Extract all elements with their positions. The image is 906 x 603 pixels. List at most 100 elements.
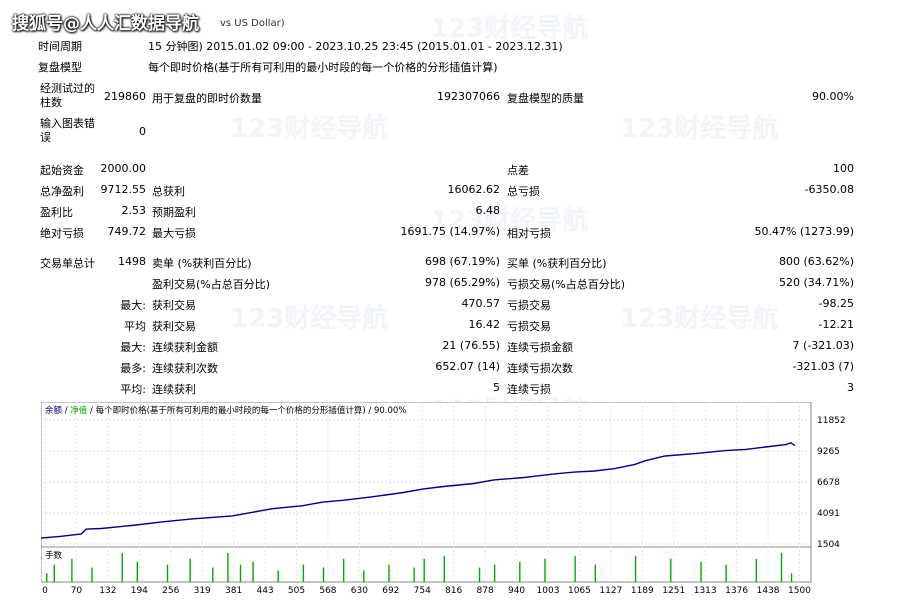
volume-bar bbox=[166, 564, 169, 582]
volume-bar bbox=[544, 558, 546, 582]
wins-label: 盈利交易(%占总百分比) bbox=[152, 278, 271, 291]
bars-label: 经测试过的柱数 bbox=[40, 82, 95, 109]
brand-watermark: 搜狐号@人人汇数据导航 bbox=[12, 14, 199, 34]
pf-value: 2.53 bbox=[121, 204, 147, 217]
volume-bar bbox=[423, 558, 425, 582]
volume-bar bbox=[790, 573, 793, 582]
x-tick-label: 816 bbox=[445, 586, 462, 596]
grossprofit-value: 16062.62 bbox=[447, 183, 501, 196]
netprofit-value: 9712.55 bbox=[100, 183, 147, 196]
consec-win-amt-label: 连续获利金额 bbox=[152, 341, 218, 354]
volume-bar bbox=[594, 564, 596, 582]
x-tick-label: 1189 bbox=[631, 586, 654, 596]
spread-label: 点差 bbox=[507, 164, 529, 177]
trades-label: 交易单总计 bbox=[40, 257, 95, 270]
symbol-title: vs US Dollar) bbox=[220, 18, 285, 29]
title-sep: / bbox=[62, 406, 70, 416]
x-tick-label: 70 bbox=[71, 586, 83, 596]
x-tick-label: 194 bbox=[131, 586, 148, 596]
volume-bar bbox=[91, 567, 93, 582]
volume-bar bbox=[227, 553, 229, 582]
absdd-value: 749.72 bbox=[107, 225, 147, 238]
x-tick-label: 443 bbox=[256, 586, 273, 596]
volume-bar bbox=[700, 561, 702, 582]
avg-win-value: 16.42 bbox=[468, 318, 501, 331]
x-tick-label: 630 bbox=[351, 586, 368, 596]
long-label: 买单 (%获利百分比) bbox=[507, 257, 607, 270]
largest-loss-label: 亏损交易 bbox=[507, 299, 551, 312]
volume-bar bbox=[574, 555, 576, 582]
maxdd-value: 1691.75 (14.97%) bbox=[400, 225, 500, 238]
most-prefix: 最多: bbox=[120, 362, 146, 375]
volume-bar bbox=[478, 567, 481, 582]
x-tick-label: 1127 bbox=[599, 586, 622, 596]
volume-bar bbox=[363, 570, 365, 582]
volume-bar bbox=[388, 564, 390, 582]
x-tick-label: 505 bbox=[288, 586, 305, 596]
grossprofit-label: 总获利 bbox=[152, 185, 185, 198]
losses-value: 520 (34.71%) bbox=[778, 276, 854, 289]
largest-prefix: 最大: bbox=[120, 299, 146, 312]
volume-bar bbox=[53, 564, 55, 582]
consec-win-cnt-label: 连续获利次数 bbox=[152, 362, 218, 375]
x-tick-label: 256 bbox=[162, 586, 179, 596]
avg-loss-value: -12.21 bbox=[818, 318, 854, 331]
payoff-value: 6.48 bbox=[475, 204, 501, 217]
volume-bar bbox=[670, 558, 672, 582]
volume-bar bbox=[71, 558, 73, 582]
model-label: 复盘模型 bbox=[38, 61, 82, 74]
x-tick-label: 878 bbox=[477, 586, 494, 596]
x-tick-label: 692 bbox=[382, 586, 399, 596]
consec-loss-cnt-value: -321.03 (7) bbox=[792, 360, 854, 373]
x-tick-label: 1251 bbox=[662, 586, 685, 596]
volume-bar bbox=[725, 564, 727, 582]
largest-win-label: 获利交易 bbox=[152, 299, 196, 312]
consec-win-cnt-value: 652.07 (14) bbox=[435, 360, 500, 373]
largest-win-value: 470.57 bbox=[461, 297, 501, 310]
volume-bar bbox=[121, 553, 123, 582]
errors-value: 0 bbox=[139, 125, 146, 138]
bars-value: 219860 bbox=[104, 90, 146, 103]
x-tick-label: 0 bbox=[42, 586, 48, 596]
volume-bar bbox=[239, 564, 242, 582]
x-tick-label: 1313 bbox=[694, 586, 717, 596]
trades-value: 1498 bbox=[118, 255, 146, 268]
x-tick-label: 1438 bbox=[757, 586, 780, 596]
chart-title: 余额 / 净值 / 每个即时价格(基于所有可利用的最小时段的每一个价格的分形插值… bbox=[45, 405, 406, 416]
x-tick-label: 381 bbox=[225, 586, 242, 596]
balance-chart: 余额 / 净值 / 每个即时价格(基于所有可利用的最小时段的每一个价格的分形插值… bbox=[40, 401, 906, 600]
max-prefix: 最大: bbox=[120, 341, 146, 354]
y-axis-labels: 11852 9265 6678 4091 1504 bbox=[817, 416, 846, 550]
wins-value: 978 (65.29%) bbox=[424, 276, 500, 289]
y-tick-label: 6678 bbox=[817, 478, 840, 488]
volume-bar bbox=[443, 555, 446, 582]
y-tick-label: 1504 bbox=[817, 540, 840, 550]
y-tick-label: 9265 bbox=[817, 447, 840, 457]
volume-bar bbox=[136, 561, 139, 582]
x-tick-label: 132 bbox=[99, 586, 116, 596]
payoff-label: 预期盈利 bbox=[152, 206, 196, 219]
model-value: 每个即时价格(基于所有可利用的最小时段的每一个价格的分形插值计算) bbox=[148, 61, 498, 74]
spread-value: 100 bbox=[833, 162, 854, 175]
consec-loss-cnt-label: 连续亏损次数 bbox=[507, 362, 573, 375]
volume-bar bbox=[493, 564, 496, 582]
maxdd-label: 最大亏损 bbox=[152, 227, 196, 240]
x-tick-label: 754 bbox=[414, 586, 431, 596]
x-tick-label: 1065 bbox=[568, 586, 591, 596]
x-tick-label: 940 bbox=[508, 586, 525, 596]
volume-bar bbox=[322, 567, 325, 582]
ticks-label: 用于复盘的即时价数量 bbox=[152, 92, 262, 105]
y-tick-label: 11852 bbox=[817, 416, 846, 426]
volume-bar bbox=[302, 564, 305, 582]
reldd-label: 相对亏损 bbox=[507, 227, 551, 240]
watermark: 123财经导航 bbox=[620, 114, 779, 144]
volume-bar bbox=[634, 555, 637, 582]
x-tick-label: 1376 bbox=[725, 586, 748, 596]
volume-bar bbox=[755, 558, 758, 582]
absdd-label: 绝对亏损 bbox=[40, 227, 84, 240]
losses-label: 亏损交易(%占总百分比) bbox=[507, 278, 626, 291]
volume-bar bbox=[342, 558, 345, 582]
volume-bar bbox=[519, 561, 521, 582]
deposit-label: 起始资金 bbox=[40, 164, 84, 177]
average-prefix: 平均 bbox=[124, 320, 146, 333]
